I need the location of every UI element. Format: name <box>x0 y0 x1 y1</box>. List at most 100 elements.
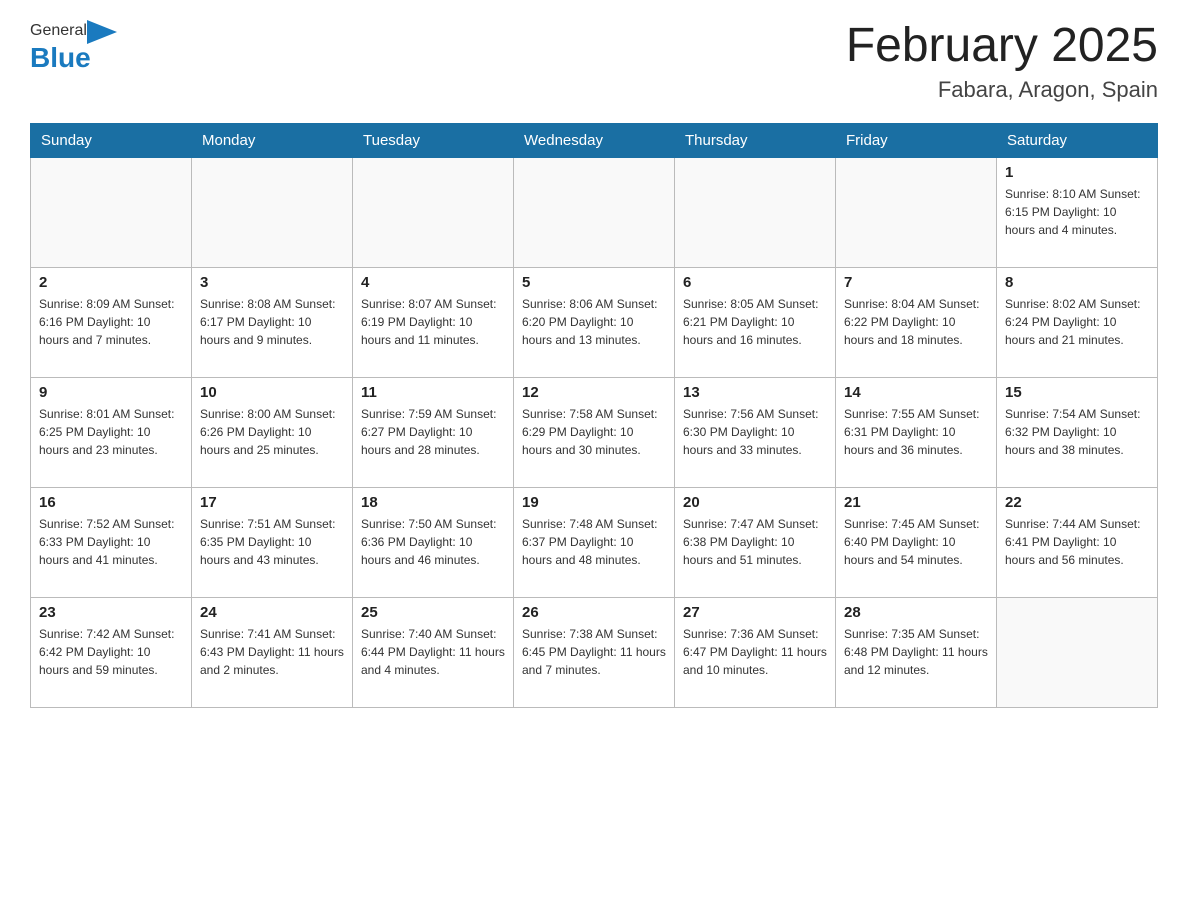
calendar-cell: 11 Sunrise: 7:59 AM Sunset: 6:27 PM Dayli… <box>353 377 514 487</box>
day-number: 4 <box>361 274 505 291</box>
day-number: 9 <box>39 384 183 401</box>
day-number: 8 <box>1005 274 1149 291</box>
day-info: Sunrise: 7:52 AM Sunset: 6:33 PM Dayligh… <box>39 515 183 569</box>
calendar-cell <box>514 157 675 267</box>
calendar-cell: 6Sunrise: 8:05 AM Sunset: 6:21 PM Daylig… <box>675 267 836 377</box>
day-number: 10 <box>200 384 344 401</box>
calendar-cell: 28 Sunrise: 7:35 AM Sunset: 6:48 PM Dayli… <box>836 597 997 707</box>
weekday-header-thursday: Thursday <box>675 123 836 157</box>
calendar-cell: 22 Sunrise: 7:44 AM Sunset: 6:41 PM Dayli… <box>997 487 1158 597</box>
day-info: Sunrise: 8:02 AM Sunset: 6:24 PM Dayligh… <box>1005 295 1149 349</box>
calendar-cell: 25 Sunrise: 7:40 AM Sunset: 6:44 PM Dayli… <box>353 597 514 707</box>
day-info: Sunrise: 7:38 AM Sunset: 6:45 PM Dayligh… <box>522 625 666 679</box>
day-info: Sunrise: 7:40 AM Sunset: 6:44 PM Dayligh… <box>361 625 505 679</box>
calendar-cell: 2 Sunrise: 8:09 AM Sunset: 6:16 PM Daylig… <box>31 267 192 377</box>
day-info: Sunrise: 7:45 AM Sunset: 6:40 PM Dayligh… <box>844 515 988 569</box>
day-number: 5 <box>522 274 666 291</box>
weekday-header-sunday: Sunday <box>31 123 192 157</box>
day-info: Sunrise: 8:01 AM Sunset: 6:25 PM Dayligh… <box>39 405 183 459</box>
day-number: 22 <box>1005 494 1149 511</box>
day-info: Sunrise: 8:05 AM Sunset: 6:21 PM Dayligh… <box>683 295 827 349</box>
calendar-cell: 21 Sunrise: 7:45 AM Sunset: 6:40 PM Dayli… <box>836 487 997 597</box>
day-number: 23 <box>39 604 183 621</box>
day-info: Sunrise: 8:09 AM Sunset: 6:16 PM Dayligh… <box>39 295 183 349</box>
calendar-cell: 27 Sunrise: 7:36 AM Sunset: 6:47 PM Dayli… <box>675 597 836 707</box>
day-info: Sunrise: 8:07 AM Sunset: 6:19 PM Dayligh… <box>361 295 505 349</box>
day-info: Sunrise: 7:54 AM Sunset: 6:32 PM Dayligh… <box>1005 405 1149 459</box>
calendar-cell: 17Sunrise: 7:51 AM Sunset: 6:35 PM Dayli… <box>192 487 353 597</box>
calendar-cell <box>353 157 514 267</box>
day-number: 1 <box>1005 164 1149 181</box>
weekday-header-monday: Monday <box>192 123 353 157</box>
day-info: Sunrise: 7:58 AM Sunset: 6:29 PM Dayligh… <box>522 405 666 459</box>
calendar-week-row: 16 Sunrise: 7:52 AM Sunset: 6:33 PM Dayli… <box>31 487 1158 597</box>
day-number: 3 <box>200 274 344 291</box>
month-title: February 2025 <box>846 20 1158 73</box>
day-number: 26 <box>522 604 666 621</box>
weekday-header-tuesday: Tuesday <box>353 123 514 157</box>
calendar-week-row: 23 Sunrise: 7:42 AM Sunset: 6:42 PM Dayli… <box>31 597 1158 707</box>
calendar-cell: 8 Sunrise: 8:02 AM Sunset: 6:24 PM Daylig… <box>997 267 1158 377</box>
day-info: Sunrise: 7:51 AM Sunset: 6:35 PM Dayligh… <box>200 515 344 569</box>
day-number: 12 <box>522 384 666 401</box>
calendar-cell: 1 Sunrise: 8:10 AM Sunset: 6:15 PM Daylig… <box>997 157 1158 267</box>
logo: General Blue <box>30 20 117 74</box>
logo-general-text: General <box>30 22 87 40</box>
day-info: Sunrise: 7:56 AM Sunset: 6:30 PM Dayligh… <box>683 405 827 459</box>
day-number: 18 <box>361 494 505 511</box>
calendar-cell: 4 Sunrise: 8:07 AM Sunset: 6:19 PM Daylig… <box>353 267 514 377</box>
calendar-week-row: 9 Sunrise: 8:01 AM Sunset: 6:25 PM Daylig… <box>31 377 1158 487</box>
day-number: 15 <box>1005 384 1149 401</box>
day-info: Sunrise: 7:59 AM Sunset: 6:27 PM Dayligh… <box>361 405 505 459</box>
day-info: Sunrise: 7:50 AM Sunset: 6:36 PM Dayligh… <box>361 515 505 569</box>
day-info: Sunrise: 7:44 AM Sunset: 6:41 PM Dayligh… <box>1005 515 1149 569</box>
calendar-cell: 14 Sunrise: 7:55 AM Sunset: 6:31 PM Dayli… <box>836 377 997 487</box>
calendar-cell <box>675 157 836 267</box>
day-info: Sunrise: 8:08 AM Sunset: 6:17 PM Dayligh… <box>200 295 344 349</box>
calendar-cell: 16 Sunrise: 7:52 AM Sunset: 6:33 PM Dayli… <box>31 487 192 597</box>
calendar-cell: 20Sunrise: 7:47 AM Sunset: 6:38 PM Dayli… <box>675 487 836 597</box>
title-section: February 2025 Fabara, Aragon, Spain <box>846 20 1158 103</box>
day-number: 14 <box>844 384 988 401</box>
logo-flag-icon <box>87 20 117 44</box>
day-info: Sunrise: 8:00 AM Sunset: 6:26 PM Dayligh… <box>200 405 344 459</box>
location-text: Fabara, Aragon, Spain <box>846 77 1158 103</box>
calendar-cell: 5 Sunrise: 8:06 AM Sunset: 6:20 PM Daylig… <box>514 267 675 377</box>
calendar-cell: 13 Sunrise: 7:56 AM Sunset: 6:30 PM Dayli… <box>675 377 836 487</box>
day-number: 28 <box>844 604 988 621</box>
day-number: 19 <box>522 494 666 511</box>
day-info: Sunrise: 7:41 AM Sunset: 6:43 PM Dayligh… <box>200 625 344 679</box>
calendar-cell: 18 Sunrise: 7:50 AM Sunset: 6:36 PM Dayli… <box>353 487 514 597</box>
calendar-cell <box>997 597 1158 707</box>
day-info: Sunrise: 7:42 AM Sunset: 6:42 PM Dayligh… <box>39 625 183 679</box>
day-info: Sunrise: 7:35 AM Sunset: 6:48 PM Dayligh… <box>844 625 988 679</box>
calendar-cell: 12 Sunrise: 7:58 AM Sunset: 6:29 PM Dayli… <box>514 377 675 487</box>
day-number: 24 <box>200 604 344 621</box>
logo-blue-text: Blue <box>30 42 91 74</box>
day-info: Sunrise: 8:06 AM Sunset: 6:20 PM Dayligh… <box>522 295 666 349</box>
day-number: 27 <box>683 604 827 621</box>
day-number: 21 <box>844 494 988 511</box>
day-info: Sunrise: 7:36 AM Sunset: 6:47 PM Dayligh… <box>683 625 827 679</box>
calendar-week-row: 2 Sunrise: 8:09 AM Sunset: 6:16 PM Daylig… <box>31 267 1158 377</box>
calendar-cell: 7 Sunrise: 8:04 AM Sunset: 6:22 PM Daylig… <box>836 267 997 377</box>
day-number: 11 <box>361 384 505 401</box>
calendar-cell <box>192 157 353 267</box>
calendar-table: SundayMondayTuesdayWednesdayThursdayFrid… <box>30 123 1158 708</box>
weekday-header-saturday: Saturday <box>997 123 1158 157</box>
calendar-cell: 24 Sunrise: 7:41 AM Sunset: 6:43 PM Dayli… <box>192 597 353 707</box>
day-info: Sunrise: 7:55 AM Sunset: 6:31 PM Dayligh… <box>844 405 988 459</box>
day-number: 2 <box>39 274 183 291</box>
calendar-cell: 3 Sunrise: 8:08 AM Sunset: 6:17 PM Daylig… <box>192 267 353 377</box>
day-number: 16 <box>39 494 183 511</box>
day-info: Sunrise: 8:04 AM Sunset: 6:22 PM Dayligh… <box>844 295 988 349</box>
day-info: Sunrise: 7:47 AM Sunset: 6:38 PM Dayligh… <box>683 515 827 569</box>
calendar-cell: 23 Sunrise: 7:42 AM Sunset: 6:42 PM Dayli… <box>31 597 192 707</box>
day-number: 7 <box>844 274 988 291</box>
calendar-cell: 9 Sunrise: 8:01 AM Sunset: 6:25 PM Daylig… <box>31 377 192 487</box>
day-info: Sunrise: 8:10 AM Sunset: 6:15 PM Dayligh… <box>1005 185 1149 239</box>
day-number: 13 <box>683 384 827 401</box>
calendar-cell <box>836 157 997 267</box>
day-info: Sunrise: 7:48 AM Sunset: 6:37 PM Dayligh… <box>522 515 666 569</box>
day-number: 25 <box>361 604 505 621</box>
